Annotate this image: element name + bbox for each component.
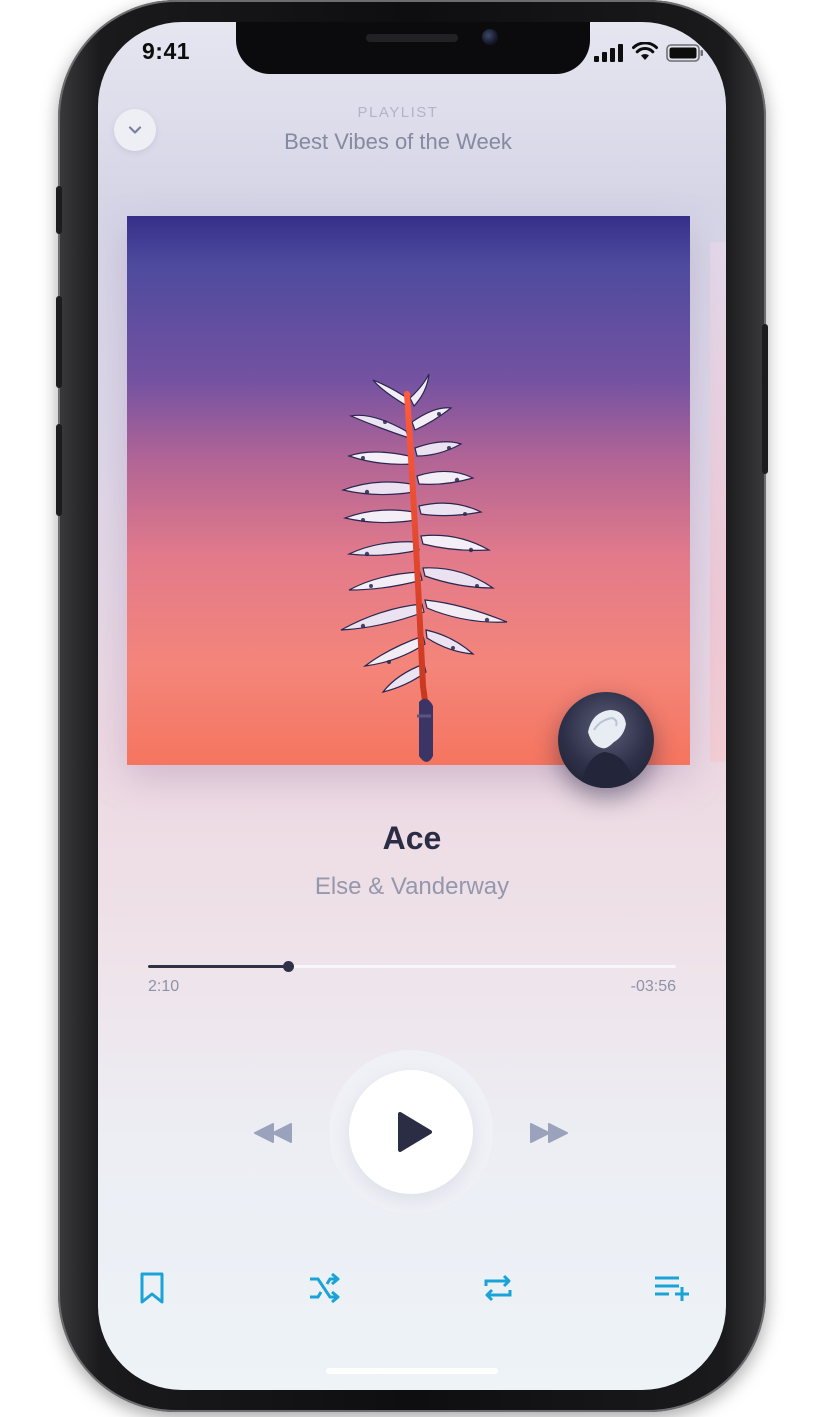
track-title: Ace bbox=[382, 820, 442, 856]
playlist-title: Best Vibes of the Week bbox=[284, 129, 512, 154]
add-to-queue-button[interactable] bbox=[650, 1268, 694, 1308]
earpiece-speaker bbox=[366, 34, 458, 42]
status-icons bbox=[594, 42, 704, 62]
add-to-queue-icon bbox=[655, 1276, 689, 1301]
volume-down-button bbox=[56, 424, 62, 516]
bookmark-icon bbox=[140, 1272, 164, 1304]
volume-up-button bbox=[56, 296, 62, 388]
bookmark-button[interactable] bbox=[132, 1268, 172, 1308]
repeat-button[interactable] bbox=[478, 1268, 518, 1308]
front-camera bbox=[482, 29, 498, 45]
playlist-label: PLAYLIST bbox=[357, 104, 439, 121]
status-time: 9:41 bbox=[142, 38, 191, 64]
artist-avatar[interactable] bbox=[558, 692, 654, 788]
next-card-edge bbox=[710, 242, 726, 762]
time-elapsed: 2:10 bbox=[148, 978, 180, 995]
shuffle-icon bbox=[310, 1273, 340, 1303]
play-button-halo bbox=[329, 1050, 493, 1214]
fast-forward-button[interactable] bbox=[524, 1118, 574, 1148]
play-button[interactable] bbox=[349, 1070, 473, 1194]
progress-slider[interactable] bbox=[148, 960, 676, 974]
play-icon bbox=[398, 1112, 432, 1152]
fast-forward-icon bbox=[530, 1123, 568, 1143]
repeat-icon bbox=[484, 1274, 512, 1302]
rewind-icon bbox=[254, 1123, 292, 1143]
album-artwork bbox=[127, 216, 690, 765]
notch bbox=[236, 22, 590, 74]
shuffle-button[interactable] bbox=[304, 1268, 344, 1308]
progress-fill bbox=[148, 965, 289, 968]
rewind-button[interactable] bbox=[248, 1118, 298, 1148]
wifi-icon bbox=[632, 42, 658, 60]
now-playing-screen: 9:41 PLAYLIST Best Vibes of the Week Ace… bbox=[98, 22, 726, 1390]
battery-icon bbox=[666, 44, 703, 62]
cellular-signal-icon bbox=[594, 44, 623, 62]
artist-photo bbox=[580, 710, 636, 788]
plant-illustration bbox=[340, 373, 508, 762]
silent-switch bbox=[56, 186, 62, 234]
track-artist: Else & Vanderway bbox=[314, 873, 510, 900]
time-remaining: -03:56 bbox=[630, 978, 676, 995]
progress-knob[interactable] bbox=[283, 961, 295, 972]
power-button bbox=[762, 324, 768, 474]
home-indicator[interactable] bbox=[326, 1368, 498, 1374]
